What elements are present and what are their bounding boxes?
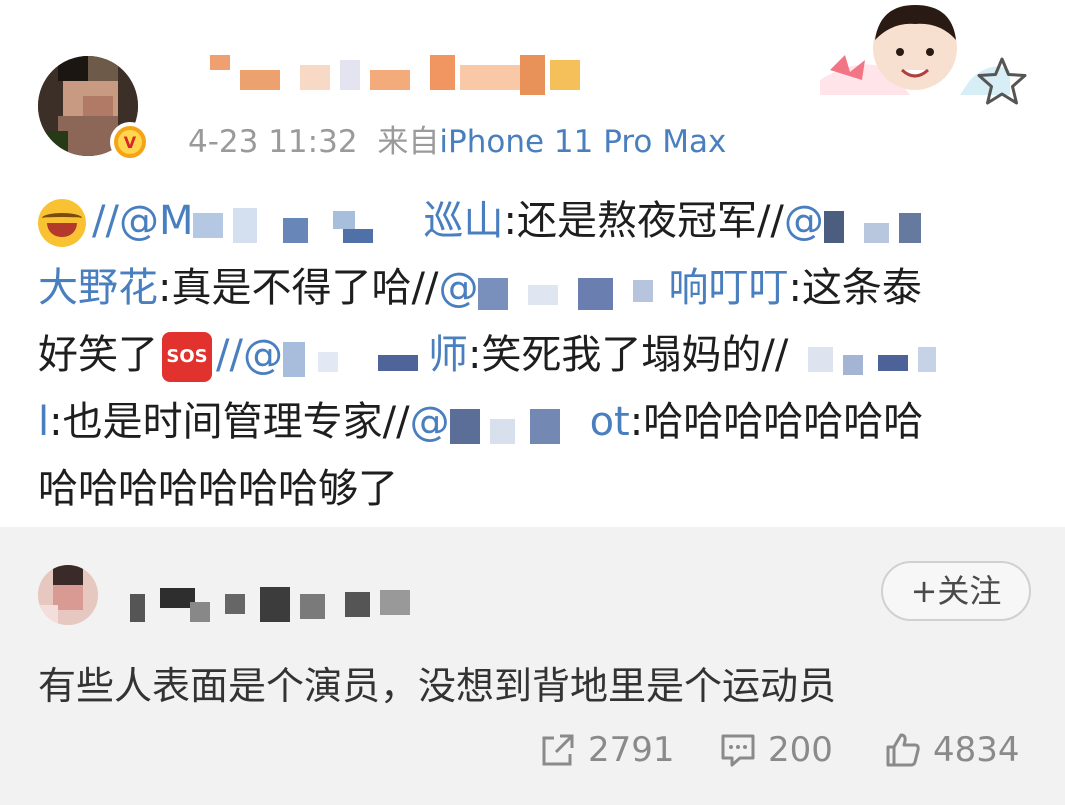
line-4-text: :也是时间管理专家// (49, 399, 410, 445)
post-timestamp: 4-23 11:32 (188, 124, 358, 160)
commenter-avatar[interactable] (38, 565, 98, 625)
verified-badge-icon: V (110, 122, 150, 162)
content-line-4: l:也是时间管理专家//@ ot:哈哈哈哈哈哈哈 (38, 389, 1028, 456)
line-5-text: 哈哈哈哈哈哈哈够了 (38, 466, 398, 512)
mention[interactable]: 大野花 (38, 265, 158, 311)
like-icon (886, 733, 920, 766)
mention-tail[interactable]: 巡山 (423, 198, 503, 244)
sos-emoji-icon: SOS (162, 332, 212, 382)
line-4-text-2: :哈哈哈哈哈哈哈 (629, 399, 924, 445)
comment-count: 200 (768, 729, 833, 770)
source-prefix: 来自 (377, 124, 440, 160)
mention-redacted[interactable] (193, 203, 423, 243)
commenter-name-redacted[interactable] (130, 582, 430, 622)
mention-redacted[interactable] (282, 337, 428, 377)
star-icon[interactable] (975, 55, 1029, 109)
source-device[interactable]: iPhone 11 Pro Max (439, 124, 726, 160)
post-content: //@M 巡山:还是熬夜冠军//@ 大野花:真是不得了哈//@ 响叮叮:这条泰 好笑… (38, 188, 1028, 523)
comment-action[interactable]: 200 (720, 727, 833, 772)
post-meta: 4-23 11:32 来自iPhone 11 Pro Max (188, 116, 726, 161)
content-line-3: 好笑了 SOS//@ 师:笑死我了塌妈的// (38, 322, 1028, 389)
mention-tail[interactable]: l (38, 399, 49, 445)
line-2-text-2: :这条泰 (788, 265, 922, 311)
weibo-post: V 4-23 11:32 来自iPhone 11 Pro Max //@M 巡山:… (0, 0, 1065, 527)
hot-comment: +关注 有些人表面是个演员，没想到背地里是个运动员 2791 200 4834 (0, 527, 1065, 805)
mention-tail[interactable]: 响叮叮 (668, 265, 788, 311)
mention[interactable]: //@M (92, 198, 193, 244)
mention-tail[interactable]: 师 (428, 332, 468, 378)
mention[interactable]: @ (784, 198, 824, 244)
laugh-cry-emoji-icon (38, 199, 86, 247)
line-3-text-2: :笑死我了塌妈的// (467, 332, 789, 378)
comment-text: 有些人表面是个演员，没想到背地里是个运动员 (38, 664, 837, 708)
content-line-1: //@M 巡山:还是熬夜冠军//@ (38, 188, 1028, 255)
content-line-5: 哈哈哈哈哈哈哈够了 (38, 456, 1028, 523)
like-count: 4834 (933, 729, 1020, 770)
follow-button[interactable]: +关注 (881, 561, 1031, 621)
content-line-2: 大野花:真是不得了哈//@ 响叮叮:这条泰 (38, 255, 1028, 322)
mention-redacted[interactable] (823, 203, 924, 243)
repost-count: 2791 (588, 729, 675, 770)
mention[interactable]: @ (410, 399, 450, 445)
mention[interactable]: @ (438, 265, 478, 311)
mention-redacted[interactable] (788, 337, 938, 377)
like-action[interactable]: 4834 (885, 727, 1020, 772)
mention-redacted[interactable] (449, 404, 590, 444)
line-3-text: 好笑了 (38, 332, 158, 378)
mention[interactable]: //@ (216, 332, 283, 378)
mention-tail[interactable]: ot (590, 399, 630, 445)
line-1-text: :还是熬夜冠军// (503, 198, 784, 244)
repost-icon (542, 734, 574, 765)
repost-action[interactable]: 2791 (540, 727, 675, 772)
mention-redacted[interactable] (478, 270, 668, 310)
line-2-text: :真是不得了哈// (158, 265, 439, 311)
comment-icon (721, 734, 755, 766)
author-name-redacted[interactable] (190, 55, 590, 95)
